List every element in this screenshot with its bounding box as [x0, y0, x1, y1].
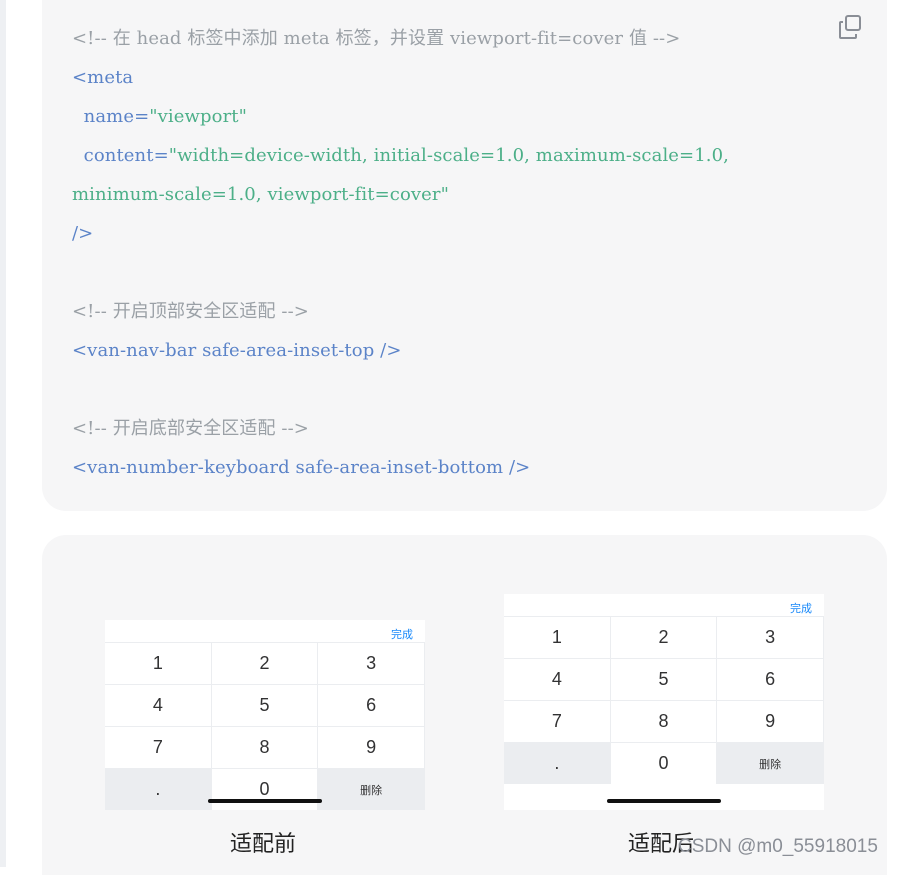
done-button[interactable]: 完成 — [391, 626, 413, 642]
code-token: content= — [72, 145, 169, 166]
home-indicator — [208, 799, 322, 803]
code-token: <van-number-keyboard safe-area-inset-bot… — [72, 457, 531, 478]
key-9[interactable]: 9 — [717, 700, 824, 742]
key-0[interactable]: 0 — [211, 768, 319, 810]
code-line: <!-- 开启顶部安全区适配 --> — [72, 301, 309, 323]
code-line: name="viewport" — [72, 106, 247, 128]
code-line: /> — [72, 223, 93, 245]
code-token: <!-- 在 head 标签中添加 meta 标签，并设置 viewport-f… — [72, 28, 681, 49]
key-3[interactable]: 3 — [318, 642, 425, 684]
code-line: minimum-scale=1.0, viewport-fit=cover" — [72, 184, 449, 206]
key-8[interactable]: 8 — [211, 726, 319, 768]
code-token: <!-- 开启底部安全区适配 --> — [72, 418, 309, 439]
code-line: <van-nav-bar safe-area-inset-top /> — [72, 340, 402, 362]
code-line: content="width=device-width, initial-sca… — [72, 145, 729, 167]
key-3[interactable]: 3 — [717, 616, 824, 658]
code-token: <van-nav-bar safe-area-inset-top /> — [72, 340, 402, 361]
home-indicator — [607, 799, 721, 803]
left-rule — [0, 0, 6, 867]
key-6[interactable]: 6 — [717, 658, 824, 700]
delete-key[interactable]: 删除 — [717, 742, 824, 784]
code-token: /> — [72, 223, 94, 244]
key-5[interactable]: 5 — [610, 658, 718, 700]
key-2[interactable]: 2 — [211, 642, 319, 684]
code-token: "width=device-width, initial-scale=1.0, … — [168, 145, 729, 166]
code-token: minimum-scale=1.0, viewport-fit=cover" — [72, 184, 450, 205]
key-5[interactable]: 5 — [211, 684, 319, 726]
code-line: <!-- 开启底部安全区适配 --> — [72, 418, 309, 440]
key-dot[interactable]: . — [504, 742, 611, 784]
keyboard-before: 完成 1 2 3 4 5 6 7 8 9. 0 删除 — [105, 620, 425, 810]
code-line: <!-- 在 head 标签中添加 meta 标签，并设置 viewport-f… — [72, 28, 680, 50]
key-0[interactable]: 0 — [610, 742, 718, 784]
key-1[interactable]: 1 — [105, 642, 212, 684]
code-token: <meta — [72, 67, 134, 88]
key-8[interactable]: 8 — [610, 700, 718, 742]
code-line: <meta — [72, 67, 133, 89]
caption-before: 适配前 — [230, 832, 297, 857]
key-9[interactable]: 9 — [318, 726, 425, 768]
key-7[interactable]: 7 — [504, 700, 611, 742]
key-4[interactable]: 4 — [105, 684, 212, 726]
key-4[interactable]: 4 — [504, 658, 611, 700]
delete-key[interactable]: 删除 — [318, 768, 425, 810]
copy-button[interactable] — [836, 12, 866, 42]
key-dot[interactable]: . — [105, 768, 212, 810]
keyboard-after: 完成 1 2 3 4 5 6 7 8 9. 0 删除 — [504, 594, 824, 810]
key-6[interactable]: 6 — [318, 684, 425, 726]
code-token: "viewport" — [149, 106, 248, 127]
code-token: <!-- 开启顶部安全区适配 --> — [72, 301, 309, 322]
code-token: name= — [72, 106, 150, 127]
key-7[interactable]: 7 — [105, 726, 212, 768]
done-button[interactable]: 完成 — [790, 600, 812, 616]
watermark: CSDN @m0_55918015 — [678, 836, 878, 857]
key-2[interactable]: 2 — [610, 616, 718, 658]
copy-icon — [839, 15, 861, 39]
key-1[interactable]: 1 — [504, 616, 611, 658]
code-line: <van-number-keyboard safe-area-inset-bot… — [72, 457, 530, 479]
